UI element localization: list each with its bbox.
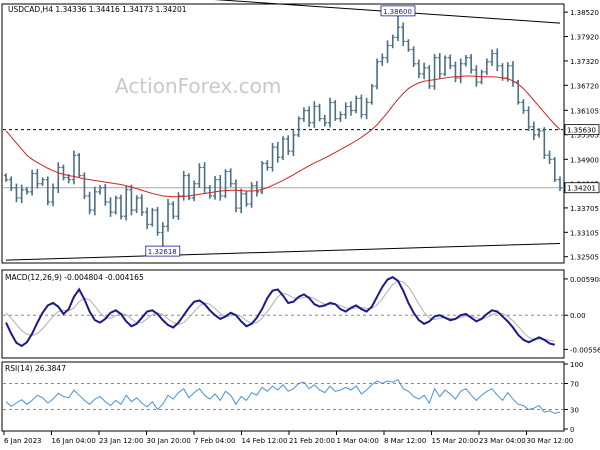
price-y-tick-label: 1.36105 bbox=[570, 107, 599, 115]
macd-y-tick-label: 0.00 bbox=[570, 312, 586, 320]
x-tick-label: 14 Feb 12:00 bbox=[242, 437, 288, 445]
rsi-y-tick-label: 0 bbox=[570, 426, 574, 434]
rsi-y-tick-label: 70 bbox=[570, 381, 579, 389]
x-tick-label: 6 Jan 2023 bbox=[4, 437, 42, 445]
x-tick-label: 1 Mar 04:00 bbox=[337, 437, 379, 445]
x-tick-label: 8 Mar 12:00 bbox=[384, 437, 426, 445]
x-tick-label: 30 Jan 20:00 bbox=[147, 437, 191, 445]
last-price-label: 1.34201 bbox=[567, 185, 596, 193]
price-title: USDCAD,H4 1.34336 1.34416 1.34173 1.3420… bbox=[8, 5, 187, 14]
price-y-tick-label: 1.33705 bbox=[570, 205, 599, 213]
x-tick-label: 21 Feb 20:00 bbox=[289, 437, 335, 445]
x-tick-label: 7 Feb 04:00 bbox=[194, 437, 235, 445]
price-y-tick-label: 1.38520 bbox=[570, 9, 599, 17]
x-tick-label: 30 Mar 12:00 bbox=[527, 437, 574, 445]
watermark-text: ActionForex.com bbox=[115, 74, 281, 98]
macd-y-tick-label: -0.005563 bbox=[570, 346, 600, 354]
rsi-y-tick-label: 100 bbox=[570, 361, 583, 369]
price-annotation-label: 1.38600 bbox=[383, 8, 412, 16]
price-annotation-label: 1.32618 bbox=[148, 248, 177, 256]
price-y-tick-label: 1.37320 bbox=[570, 58, 599, 66]
x-tick-label: 23 Jan 12:00 bbox=[99, 437, 143, 445]
x-tick-label: 15 Mar 20:00 bbox=[432, 437, 479, 445]
chart-window: ActionForex.com USDCAD,H4 1.34336 1.3441… bbox=[0, 0, 600, 450]
chart-background bbox=[0, 0, 600, 450]
x-tick-label: 16 Jan 04:00 bbox=[52, 437, 96, 445]
price-y-tick-label: 1.36720 bbox=[570, 82, 599, 90]
price-y-tick-label: 1.34900 bbox=[570, 156, 599, 164]
macd-y-tick-label: 0.005908 bbox=[570, 276, 600, 284]
price-y-tick-label: 1.37920 bbox=[570, 34, 599, 42]
price-y-tick-label: 1.32505 bbox=[570, 254, 599, 262]
rsi-y-tick-label: 30 bbox=[570, 407, 579, 415]
macd-title: MACD(12,26,9) -0.004804 -0.004165 bbox=[5, 273, 144, 282]
rsi-title: RSI(14) 26.3847 bbox=[5, 364, 66, 373]
level-price-label: 1.35630 bbox=[567, 127, 596, 135]
x-tick-label: 23 Mar 04:00 bbox=[479, 437, 526, 445]
price-y-tick-label: 1.33105 bbox=[570, 229, 599, 237]
